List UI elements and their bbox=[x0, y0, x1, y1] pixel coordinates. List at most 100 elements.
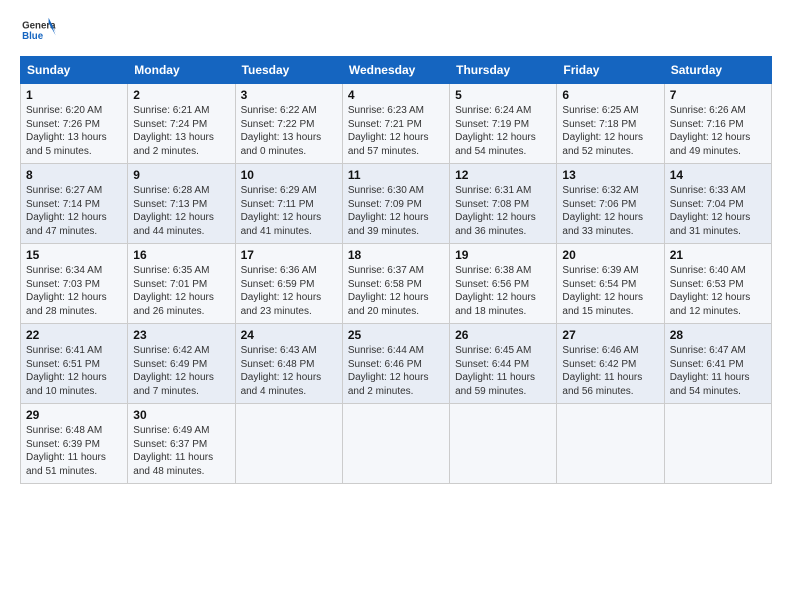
column-header-saturday: Saturday bbox=[664, 57, 771, 84]
calendar-cell: 6 Sunrise: 6:25 AMSunset: 7:18 PMDaylight… bbox=[557, 84, 664, 164]
calendar-cell: 26 Sunrise: 6:45 AMSunset: 6:44 PMDayligh… bbox=[450, 324, 557, 404]
calendar-cell: 14 Sunrise: 6:33 AMSunset: 7:04 PMDayligh… bbox=[664, 164, 771, 244]
calendar-cell: 21Sunrise: 6:40 AMSunset: 6:53 PMDayligh… bbox=[664, 244, 771, 324]
day-details: Sunrise: 6:22 AMSunset: 7:22 PMDaylight:… bbox=[241, 104, 337, 158]
calendar-week-row: 8 Sunrise: 6:27 AMSunset: 7:14 PMDaylight… bbox=[21, 164, 772, 244]
calendar-cell: 2 Sunrise: 6:21 AMSunset: 7:24 PMDaylight… bbox=[128, 84, 235, 164]
calendar-cell: 18 Sunrise: 6:37 AMSunset: 6:58 PMDayligh… bbox=[342, 244, 449, 324]
calendar-cell: 17 Sunrise: 6:36 AMSunset: 6:59 PMDayligh… bbox=[235, 244, 342, 324]
day-details: Sunrise: 6:37 AMSunset: 6:58 PMDaylight:… bbox=[348, 264, 444, 318]
calendar-cell: 20 Sunrise: 6:39 AMSunset: 6:54 PMDayligh… bbox=[557, 244, 664, 324]
day-number: 20 bbox=[562, 248, 658, 262]
day-number: 3 bbox=[241, 88, 337, 102]
page-header: General Blue bbox=[20, 16, 772, 46]
day-details: Sunrise: 6:32 AMSunset: 7:06 PMDaylight:… bbox=[562, 184, 658, 238]
day-details: Sunrise: 6:28 AMSunset: 7:13 PMDaylight:… bbox=[133, 184, 229, 238]
calendar-cell: 19 Sunrise: 6:38 AMSunset: 6:56 PMDayligh… bbox=[450, 244, 557, 324]
calendar-cell: 22 Sunrise: 6:41 AMSunset: 6:51 PMDayligh… bbox=[21, 324, 128, 404]
day-details: Sunrise: 6:46 AMSunset: 6:42 PMDaylight:… bbox=[562, 344, 658, 398]
day-details: Sunrise: 6:26 AMSunset: 7:16 PMDaylight:… bbox=[670, 104, 766, 158]
calendar-cell: 23Sunrise: 6:42 AMSunset: 6:49 PMDayligh… bbox=[128, 324, 235, 404]
calendar-cell: 9 Sunrise: 6:28 AMSunset: 7:13 PMDaylight… bbox=[128, 164, 235, 244]
calendar-cell bbox=[342, 404, 449, 484]
day-details: Sunrise: 6:23 AMSunset: 7:21 PMDaylight:… bbox=[348, 104, 444, 158]
day-number: 12 bbox=[455, 168, 551, 182]
day-number: 11 bbox=[348, 168, 444, 182]
calendar-week-row: 22 Sunrise: 6:41 AMSunset: 6:51 PMDayligh… bbox=[21, 324, 772, 404]
calendar-cell bbox=[664, 404, 771, 484]
logo-icon: General Blue bbox=[20, 16, 56, 46]
day-number: 8 bbox=[26, 168, 122, 182]
day-number: 30 bbox=[133, 408, 229, 422]
calendar-cell: 28 Sunrise: 6:47 AMSunset: 6:41 PMDayligh… bbox=[664, 324, 771, 404]
calendar-cell bbox=[235, 404, 342, 484]
svg-text:Blue: Blue bbox=[22, 31, 44, 42]
calendar-cell: 30 Sunrise: 6:49 AMSunset: 6:37 PMDayligh… bbox=[128, 404, 235, 484]
day-number: 29 bbox=[26, 408, 122, 422]
day-details: Sunrise: 6:27 AMSunset: 7:14 PMDaylight:… bbox=[26, 184, 122, 238]
calendar-cell: 5Sunrise: 6:24 AMSunset: 7:19 PMDaylight… bbox=[450, 84, 557, 164]
calendar-week-row: 29 Sunrise: 6:48 AMSunset: 6:39 PMDayligh… bbox=[21, 404, 772, 484]
calendar-week-row: 15 Sunrise: 6:34 AMSunset: 7:03 PMDayligh… bbox=[21, 244, 772, 324]
calendar-cell: 3 Sunrise: 6:22 AMSunset: 7:22 PMDaylight… bbox=[235, 84, 342, 164]
day-number: 1 bbox=[26, 88, 122, 102]
calendar-cell: 27Sunrise: 6:46 AMSunset: 6:42 PMDayligh… bbox=[557, 324, 664, 404]
column-header-friday: Friday bbox=[557, 57, 664, 84]
calendar-cell: 15 Sunrise: 6:34 AMSunset: 7:03 PMDayligh… bbox=[21, 244, 128, 324]
day-details: Sunrise: 6:44 AMSunset: 6:46 PMDaylight:… bbox=[348, 344, 444, 398]
day-number: 23 bbox=[133, 328, 229, 342]
day-details: Sunrise: 6:29 AMSunset: 7:11 PMDaylight:… bbox=[241, 184, 337, 238]
calendar-cell: 11Sunrise: 6:30 AMSunset: 7:09 PMDayligh… bbox=[342, 164, 449, 244]
day-number: 6 bbox=[562, 88, 658, 102]
day-number: 26 bbox=[455, 328, 551, 342]
day-number: 15 bbox=[26, 248, 122, 262]
calendar-body: 1Sunrise: 6:20 AMSunset: 7:26 PMDaylight… bbox=[21, 84, 772, 484]
day-number: 17 bbox=[241, 248, 337, 262]
day-number: 22 bbox=[26, 328, 122, 342]
day-number: 19 bbox=[455, 248, 551, 262]
calendar-cell: 12 Sunrise: 6:31 AMSunset: 7:08 PMDayligh… bbox=[450, 164, 557, 244]
day-details: Sunrise: 6:49 AMSunset: 6:37 PMDaylight:… bbox=[133, 424, 229, 478]
day-number: 9 bbox=[133, 168, 229, 182]
day-details: Sunrise: 6:35 AMSunset: 7:01 PMDaylight:… bbox=[133, 264, 229, 318]
calendar-cell: 10 Sunrise: 6:29 AMSunset: 7:11 PMDayligh… bbox=[235, 164, 342, 244]
day-details: Sunrise: 6:43 AMSunset: 6:48 PMDaylight:… bbox=[241, 344, 337, 398]
day-details: Sunrise: 6:38 AMSunset: 6:56 PMDaylight:… bbox=[455, 264, 551, 318]
calendar-cell bbox=[557, 404, 664, 484]
calendar-table: SundayMondayTuesdayWednesdayThursdayFrid… bbox=[20, 56, 772, 484]
day-details: Sunrise: 6:48 AMSunset: 6:39 PMDaylight:… bbox=[26, 424, 122, 478]
column-header-wednesday: Wednesday bbox=[342, 57, 449, 84]
day-details: Sunrise: 6:36 AMSunset: 6:59 PMDaylight:… bbox=[241, 264, 337, 318]
day-number: 21 bbox=[670, 248, 766, 262]
calendar-header-row: SundayMondayTuesdayWednesdayThursdayFrid… bbox=[21, 57, 772, 84]
day-details: Sunrise: 6:39 AMSunset: 6:54 PMDaylight:… bbox=[562, 264, 658, 318]
calendar-cell bbox=[450, 404, 557, 484]
logo: General Blue bbox=[20, 16, 56, 46]
day-details: Sunrise: 6:31 AMSunset: 7:08 PMDaylight:… bbox=[455, 184, 551, 238]
day-details: Sunrise: 6:34 AMSunset: 7:03 PMDaylight:… bbox=[26, 264, 122, 318]
day-number: 4 bbox=[348, 88, 444, 102]
day-number: 14 bbox=[670, 168, 766, 182]
day-number: 10 bbox=[241, 168, 337, 182]
calendar-cell: 8 Sunrise: 6:27 AMSunset: 7:14 PMDaylight… bbox=[21, 164, 128, 244]
day-details: Sunrise: 6:41 AMSunset: 6:51 PMDaylight:… bbox=[26, 344, 122, 398]
calendar-cell: 16Sunrise: 6:35 AMSunset: 7:01 PMDayligh… bbox=[128, 244, 235, 324]
calendar-cell: 25 Sunrise: 6:44 AMSunset: 6:46 PMDayligh… bbox=[342, 324, 449, 404]
calendar-week-row: 1Sunrise: 6:20 AMSunset: 7:26 PMDaylight… bbox=[21, 84, 772, 164]
day-number: 28 bbox=[670, 328, 766, 342]
calendar-cell: 1Sunrise: 6:20 AMSunset: 7:26 PMDaylight… bbox=[21, 84, 128, 164]
calendar-cell: 24Sunrise: 6:43 AMSunset: 6:48 PMDayligh… bbox=[235, 324, 342, 404]
day-number: 25 bbox=[348, 328, 444, 342]
day-number: 2 bbox=[133, 88, 229, 102]
day-details: Sunrise: 6:33 AMSunset: 7:04 PMDaylight:… bbox=[670, 184, 766, 238]
day-details: Sunrise: 6:25 AMSunset: 7:18 PMDaylight:… bbox=[562, 104, 658, 158]
column-header-tuesday: Tuesday bbox=[235, 57, 342, 84]
column-header-monday: Monday bbox=[128, 57, 235, 84]
calendar-cell: 29 Sunrise: 6:48 AMSunset: 6:39 PMDayligh… bbox=[21, 404, 128, 484]
day-details: Sunrise: 6:47 AMSunset: 6:41 PMDaylight:… bbox=[670, 344, 766, 398]
day-details: Sunrise: 6:21 AMSunset: 7:24 PMDaylight:… bbox=[133, 104, 229, 158]
column-header-thursday: Thursday bbox=[450, 57, 557, 84]
day-number: 18 bbox=[348, 248, 444, 262]
day-details: Sunrise: 6:45 AMSunset: 6:44 PMDaylight:… bbox=[455, 344, 551, 398]
calendar-cell: 7Sunrise: 6:26 AMSunset: 7:16 PMDaylight… bbox=[664, 84, 771, 164]
